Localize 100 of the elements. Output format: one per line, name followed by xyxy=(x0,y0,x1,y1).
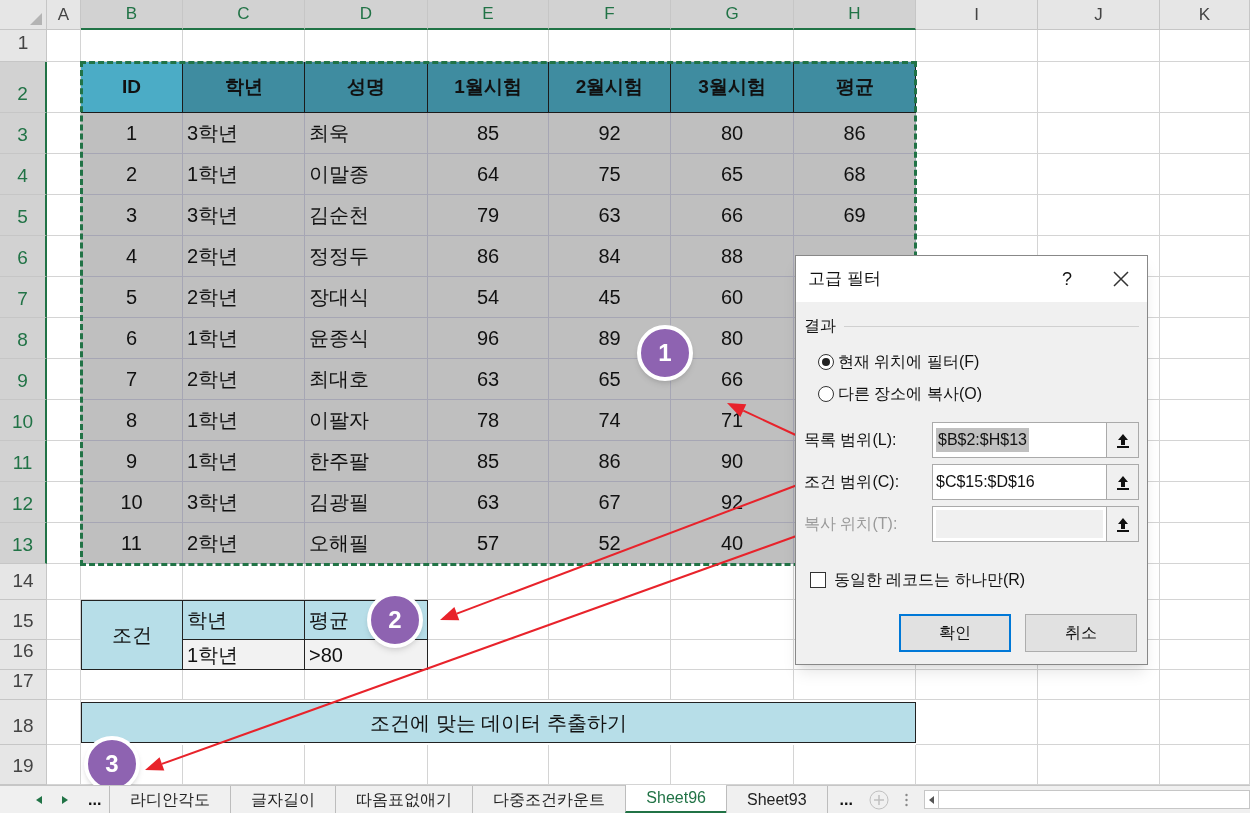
scroll-right-icon[interactable] xyxy=(62,795,68,804)
table-cell: 80 xyxy=(671,113,794,154)
table-cell: 85 xyxy=(428,113,549,154)
grid-cell xyxy=(47,359,81,400)
table-cell: 10 xyxy=(81,482,183,523)
row-header[interactable]: 18 xyxy=(0,700,47,745)
row-header[interactable]: 5 xyxy=(0,195,47,236)
help-button[interactable]: ? xyxy=(1047,265,1087,293)
collapse-button[interactable] xyxy=(1106,423,1138,457)
header-cell: 학년 xyxy=(183,62,305,113)
checkbox[interactable] xyxy=(810,572,826,588)
table-cell: 11 xyxy=(81,523,183,564)
column-header[interactable]: C xyxy=(183,0,305,30)
dialog-button[interactable]: 취소 xyxy=(1025,614,1137,652)
row-header[interactable]: 8 xyxy=(0,318,47,359)
column-header[interactable]: J xyxy=(1038,0,1160,30)
column-header[interactable]: E xyxy=(428,0,549,30)
radio-option[interactable]: 다른 장소에 복사(O) xyxy=(818,382,1147,406)
row-header[interactable]: 11 xyxy=(0,441,47,482)
table-cell: 장대식 xyxy=(305,277,428,318)
row-header[interactable]: 15 xyxy=(0,600,47,640)
row-header[interactable]: 13 xyxy=(0,523,47,564)
table-cell: 66 xyxy=(671,195,794,236)
sheet-tab[interactable]: 라디안각도 xyxy=(109,786,231,813)
table-cell: 64 xyxy=(428,154,549,195)
collapse-button[interactable] xyxy=(1106,507,1138,541)
table-cell: 3 xyxy=(81,195,183,236)
row-header[interactable]: 7 xyxy=(0,277,47,318)
criteria-label-cell: 조건 xyxy=(81,600,183,670)
grid-cell xyxy=(47,745,81,785)
table-cell: 57 xyxy=(428,523,549,564)
row-header[interactable]: 12 xyxy=(0,482,47,523)
table-cell: 6 xyxy=(81,318,183,359)
table-cell: 86 xyxy=(428,236,549,277)
table-cell: 92 xyxy=(671,482,794,523)
row-header[interactable]: 16 xyxy=(0,640,47,670)
header-cell: 2월시험 xyxy=(549,62,671,113)
section-label: 결과 xyxy=(804,316,836,336)
more-tabs[interactable]: ... xyxy=(839,787,853,812)
row-header[interactable]: 9 xyxy=(0,359,47,400)
column-header[interactable]: K xyxy=(1160,0,1250,30)
row-header[interactable]: 3 xyxy=(0,113,47,154)
table-cell: 67 xyxy=(549,482,671,523)
upload-icon xyxy=(1115,432,1130,448)
table-cell: 63 xyxy=(549,195,671,236)
unique-records-checkbox[interactable]: 동일한 레코드는 하나만(R) xyxy=(788,568,1147,592)
radio-button[interactable] xyxy=(818,386,834,402)
row-header[interactable]: 2 xyxy=(0,62,47,113)
column-header[interactable]: G xyxy=(671,0,794,30)
horizontal-scrollbar[interactable] xyxy=(923,790,1250,809)
criteria-cell: >80 xyxy=(305,640,428,670)
collapse-button[interactable] xyxy=(1106,465,1138,499)
row-header[interactable]: 6 xyxy=(0,236,47,277)
scroll-left-icon[interactable] xyxy=(36,795,42,804)
column-header[interactable]: A xyxy=(47,0,81,30)
sheet-tab[interactable]: Sheet93 xyxy=(725,786,827,813)
field-value: $B$2:$H$13 xyxy=(936,428,1029,452)
table-cell: 1학년 xyxy=(183,400,305,441)
column-header[interactable]: B xyxy=(81,0,183,30)
splitter-icon[interactable] xyxy=(904,792,908,807)
range-field[interactable] xyxy=(932,506,1139,542)
table-cell: 2 xyxy=(81,154,183,195)
table-cell: 8 xyxy=(81,400,183,441)
header-cell: 1월시험 xyxy=(428,62,549,113)
table-cell: 63 xyxy=(428,359,549,400)
column-header[interactable]: H xyxy=(794,0,916,30)
grid-cell xyxy=(47,564,81,600)
table-cell: 1학년 xyxy=(183,441,305,482)
sheet-tab[interactable]: 따옴표없애기 xyxy=(335,786,473,813)
table-cell: 71 xyxy=(671,400,794,441)
table-cell: 한주팔 xyxy=(305,441,428,482)
table-cell: 92 xyxy=(549,113,671,154)
table-cell: 정정두 xyxy=(305,236,428,277)
row-header[interactable]: 10 xyxy=(0,400,47,441)
radio-button[interactable] xyxy=(818,354,834,370)
row-header[interactable]: 19 xyxy=(0,745,47,785)
grid-cell xyxy=(47,400,81,441)
sheet-tab[interactable]: Sheet96 xyxy=(625,785,726,813)
grid-cell xyxy=(47,113,81,154)
dialog-button[interactable]: 확인 xyxy=(899,614,1011,652)
table-cell: 85 xyxy=(428,441,549,482)
row-header[interactable]: 17 xyxy=(0,670,47,700)
range-field[interactable]: $B$2:$H$13 xyxy=(932,422,1139,458)
column-header[interactable]: F xyxy=(549,0,671,30)
table-cell: 4 xyxy=(81,236,183,277)
column-header[interactable]: I xyxy=(916,0,1038,30)
sheet-tab[interactable]: 글자길이 xyxy=(230,786,336,813)
row-header[interactable]: 1 xyxy=(0,30,47,62)
upload-icon xyxy=(1115,474,1130,490)
table-cell: 3학년 xyxy=(183,113,305,154)
row-header[interactable]: 14 xyxy=(0,564,47,600)
column-header[interactable]: D xyxy=(305,0,428,30)
range-field[interactable]: $C$15:$D$16 xyxy=(932,464,1139,500)
table-cell: 1학년 xyxy=(183,318,305,359)
grid-cell xyxy=(47,277,81,318)
extract-button[interactable]: 조건에 맞는 데이터 추출하기 xyxy=(81,702,916,743)
table-cell: 69 xyxy=(794,195,916,236)
row-header[interactable]: 4 xyxy=(0,154,47,195)
radio-option[interactable]: 현재 위치에 필터(F) xyxy=(818,350,1147,374)
table-cell: 84 xyxy=(549,236,671,277)
